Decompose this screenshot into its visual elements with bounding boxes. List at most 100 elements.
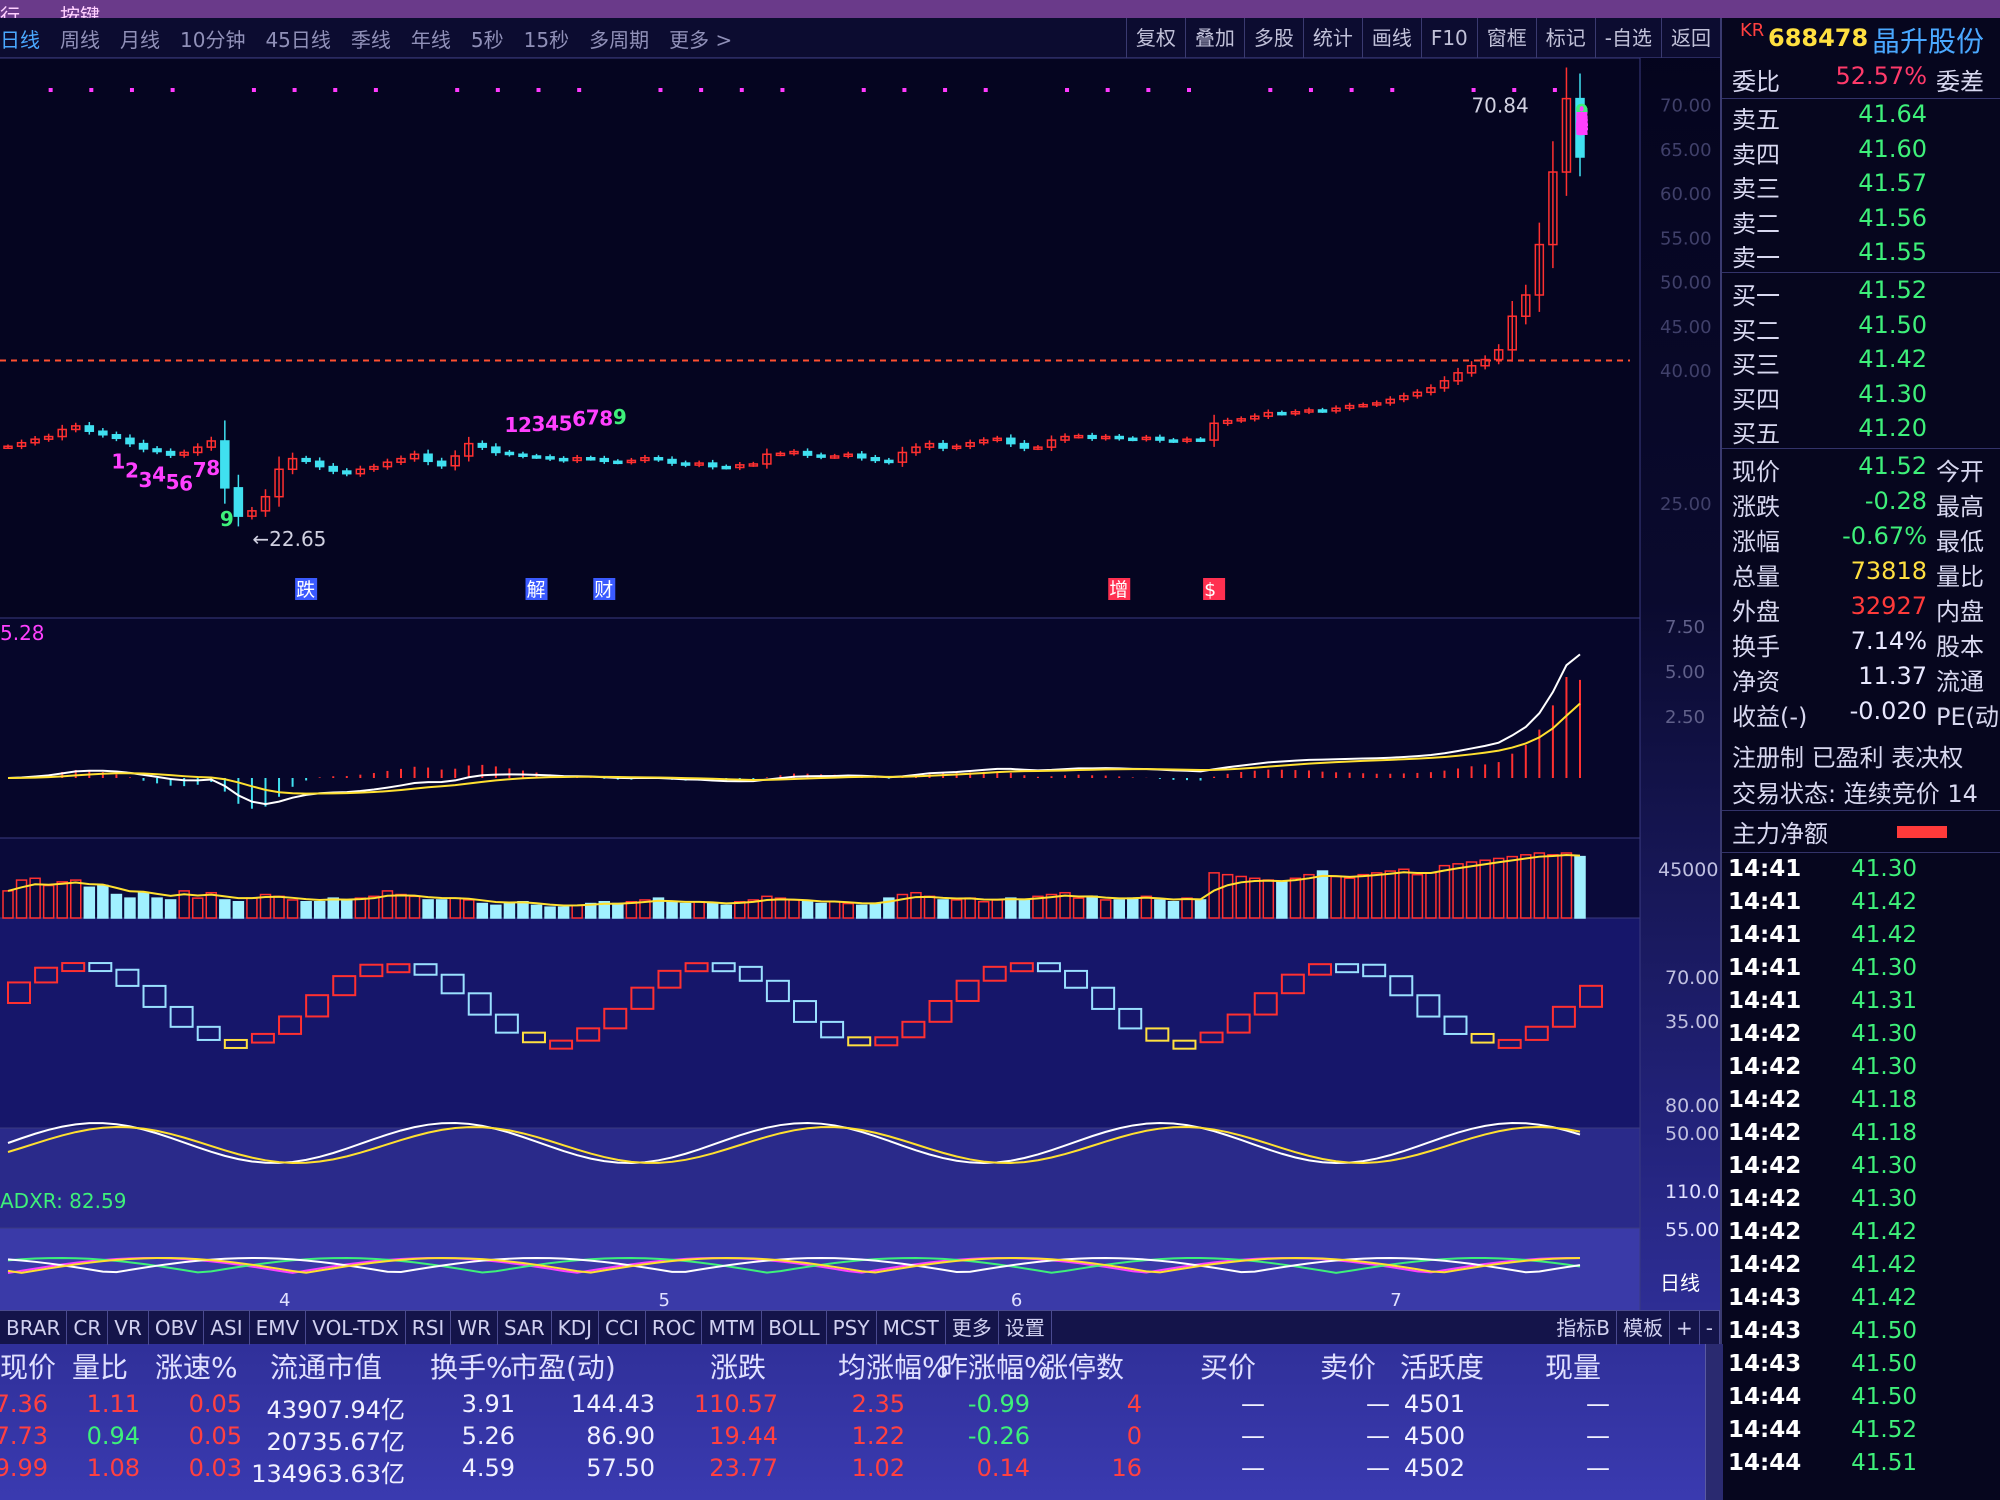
tool-button-4[interactable]: 画线	[1361, 18, 1421, 58]
indicator-tab-18[interactable]: 设置	[999, 1311, 1052, 1345]
tick-price: 41.42	[1851, 922, 1917, 948]
indicator-tab-15[interactable]: PSY	[827, 1311, 877, 1345]
column-header[interactable]: 流通市值	[270, 1346, 382, 1386]
bid-row-3-value: 41.30	[1858, 379, 1927, 408]
period-tab-8[interactable]: 15秒	[524, 24, 569, 53]
indicator-tab-6[interactable]: VOL-TDX	[306, 1311, 406, 1345]
price-panel[interactable]	[0, 58, 1640, 618]
tool-button-2[interactable]: 多股	[1243, 18, 1303, 58]
tool-button-6[interactable]: 窗框	[1476, 18, 1536, 58]
column-header[interactable]: 换手%	[430, 1346, 513, 1386]
indicator-tab-17[interactable]: 更多	[946, 1311, 999, 1345]
indicator-tab-2[interactable]: VR	[108, 1311, 149, 1345]
column-header[interactable]: 均涨幅%	[838, 1346, 949, 1386]
tool-button-1[interactable]: 叠加	[1184, 18, 1244, 58]
table-cell: 4	[1126, 1390, 1142, 1418]
kline-chart-area[interactable]: 70.0065.0060.0055.0050.0045.0040.0025.00…	[0, 58, 1720, 1310]
indicator-tab-16[interactable]: MCST	[877, 1311, 946, 1345]
column-header[interactable]: 涨速%	[155, 1346, 238, 1386]
indicator-tab-10[interactable]: KDJ	[552, 1311, 600, 1345]
column-header[interactable]: 量比	[72, 1346, 128, 1386]
table-cell: 0.14	[976, 1454, 1030, 1482]
tool-button-0[interactable]: 复权	[1125, 18, 1185, 58]
bid-row-2-value: 41.42	[1858, 345, 1927, 373]
kdj-panel[interactable]	[0, 1128, 1640, 1228]
tick-time: 14:44	[1728, 1417, 1802, 1443]
period-tab-4[interactable]: 45日线	[265, 24, 330, 53]
wr-panel[interactable]	[0, 918, 1640, 1128]
indicator-tab-4[interactable]: ASI	[204, 1311, 250, 1345]
indicator-tab-5[interactable]: EMV	[250, 1311, 307, 1345]
event-marker-label: 财	[594, 579, 613, 601]
candle-body	[1087, 434, 1097, 440]
table-cell: 7.36	[0, 1390, 48, 1418]
volume-bar	[1574, 855, 1586, 919]
stat-row-3-label: 总量	[1732, 563, 1780, 591]
candle-body	[504, 451, 515, 456]
main-flow-row[interactable]: 主力净额	[1722, 814, 2000, 848]
indicator-tab-8[interactable]: WR	[451, 1311, 498, 1345]
ask-row-4-value: 41.55	[1858, 238, 1927, 266]
table-cell: 1.02	[851, 1454, 905, 1482]
period-tab-10[interactable]: 更多 >	[669, 24, 732, 53]
bid-row-0-value: 41.52	[1858, 276, 1927, 304]
column-header[interactable]: 活跃度	[1400, 1346, 1484, 1386]
tool-button-8[interactable]: -自选	[1594, 18, 1661, 58]
indicator-tab-7[interactable]: RSI	[406, 1311, 452, 1345]
column-header[interactable]: 涨跌	[710, 1346, 766, 1386]
volume-bar	[1127, 897, 1139, 919]
indicator-tab-13[interactable]: MTM	[702, 1311, 763, 1345]
table-cell: —	[1366, 1454, 1390, 1482]
column-header[interactable]: 现价	[0, 1346, 56, 1386]
panel-tab-1[interactable]: 模板	[1617, 1311, 1671, 1345]
period-tab-2[interactable]: 月线	[120, 24, 160, 53]
period-tab-1[interactable]: 周线	[60, 24, 100, 53]
stock-name[interactable]: 晶升股份	[1872, 20, 1984, 60]
panel-tab-2[interactable]: +	[1670, 1311, 1700, 1345]
indicator-tab-9[interactable]: SAR	[498, 1311, 552, 1345]
panel-tab-3[interactable]: -	[1700, 1311, 1720, 1345]
tool-button-3[interactable]: 统计	[1302, 18, 1362, 58]
kdj-axis-tick: 80.00	[1665, 1095, 1719, 1117]
bid-row-0-label: 买一	[1732, 282, 1780, 310]
indicator-tab-0[interactable]: BRAR	[0, 1311, 68, 1345]
volume-bar	[720, 904, 732, 919]
column-header[interactable]: 昨涨幅%	[940, 1346, 1051, 1386]
candle-body	[84, 425, 95, 432]
column-header[interactable]: 买价	[1200, 1346, 1256, 1386]
column-header[interactable]: 现量	[1545, 1346, 1601, 1386]
indicator-tab-1[interactable]: CR	[67, 1311, 109, 1345]
period-tab-3[interactable]: 10分钟	[180, 24, 245, 53]
column-header[interactable]: 市盈(动)	[510, 1346, 616, 1386]
column-header[interactable]: 涨停数	[1040, 1346, 1124, 1386]
candle-body	[1019, 442, 1030, 449]
signal-dot	[495, 88, 500, 92]
indicator-tab-3[interactable]: OBV	[149, 1311, 205, 1345]
table-cell: 3.91	[461, 1390, 515, 1418]
tool-button-5[interactable]: F10	[1420, 18, 1477, 58]
macd-panel[interactable]	[0, 618, 1640, 838]
period-tab-5[interactable]: 季线	[351, 24, 391, 53]
period-tab-6[interactable]: 年线	[411, 24, 451, 53]
indicator-tab-12[interactable]: ROC	[646, 1311, 703, 1345]
tick-time: 14:42	[1728, 1186, 1802, 1212]
stat-row-5: 换手 7.14% 股本	[1722, 627, 2000, 661]
indicator-tab-11[interactable]: CCI	[599, 1311, 646, 1345]
period-tab-0[interactable]: 日线	[0, 24, 40, 53]
stat-row-3-extra: 量比	[1936, 563, 1984, 591]
volume-bar	[1276, 881, 1288, 919]
sequence-count-label: 7	[193, 458, 207, 482]
tool-button-9[interactable]: 返回	[1661, 18, 1720, 58]
table-scrollbar[interactable]	[1705, 1344, 1723, 1500]
period-tab-7[interactable]: 5秒	[471, 24, 504, 53]
panel-tab-0[interactable]: 指标B	[1550, 1311, 1618, 1345]
volume-bar	[544, 906, 556, 919]
candle-body	[613, 460, 623, 465]
period-tab-9[interactable]: 多周期	[589, 24, 649, 53]
volume-bar	[124, 897, 136, 919]
indicator-tab-14[interactable]: BOLL	[762, 1311, 827, 1345]
volume-bar	[1005, 897, 1017, 919]
column-header[interactable]: 卖价	[1320, 1346, 1376, 1386]
tool-button-7[interactable]: 标记	[1535, 18, 1595, 58]
signal-dot	[292, 88, 297, 92]
